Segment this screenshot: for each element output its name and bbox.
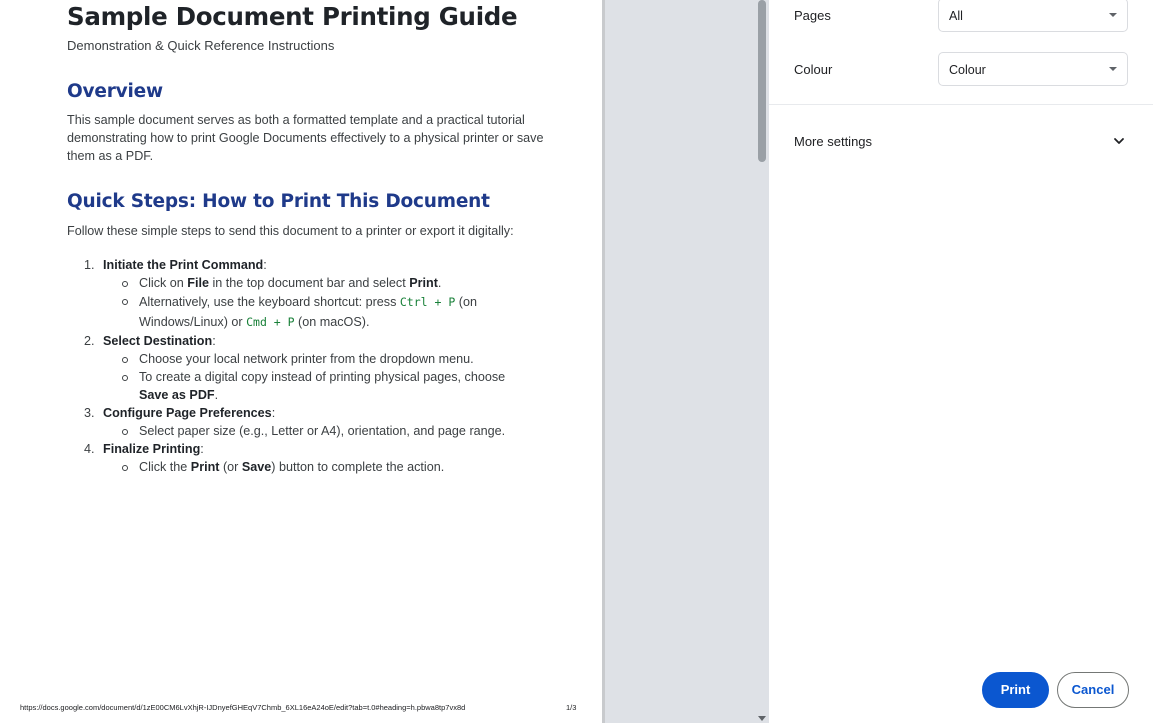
footer-url: https://docs.google.com/document/d/1zE00…	[20, 703, 466, 712]
step-item: 2. Select Destination: Choose your local …	[67, 332, 537, 404]
pages-select-value: All	[949, 9, 963, 23]
quick-steps-intro: Follow these simple steps to send this d…	[67, 224, 514, 238]
caret-down-icon	[1109, 67, 1117, 71]
page-shadow	[602, 0, 605, 723]
settings-divider	[769, 104, 1153, 105]
step-item: 3. Configure Page Preferences: Select pap…	[67, 404, 537, 440]
chevron-down-icon	[1114, 138, 1124, 144]
cancel-button[interactable]: Cancel	[1057, 672, 1129, 708]
overview-paragraph: This sample document serves as both a fo…	[67, 113, 544, 163]
more-settings-label: More settings	[794, 134, 873, 149]
print-button[interactable]: Print	[982, 672, 1049, 708]
sub-item: Select paper size (e.g., Letter or A4), …	[103, 422, 537, 440]
pages-label: Pages	[794, 8, 831, 23]
colour-select-value: Colour	[949, 63, 986, 77]
document-title: Sample Document Printing Guide	[67, 2, 518, 31]
overview-heading: Overview	[67, 81, 163, 102]
caret-down-icon	[1109, 13, 1117, 17]
sub-item: Alternatively, use the keyboard shortcut…	[103, 292, 537, 332]
colour-label: Colour	[794, 62, 833, 77]
quick-steps-heading: Quick Steps: How to Print This Document	[67, 191, 490, 212]
preview-scrollbar[interactable]	[756, 0, 768, 723]
pages-select[interactable]: All	[938, 0, 1128, 32]
shortcut-code: Ctrl + P	[399, 295, 456, 309]
shortcut-code: Cmd + P	[246, 315, 295, 329]
print-settings-panel: Pages All Colour Colour More settings Pr…	[769, 0, 1153, 723]
footer-page-number: 1/3	[566, 703, 577, 712]
sub-item: To create a digital copy instead of prin…	[103, 368, 537, 404]
sub-item: Click on File in the top document bar an…	[103, 274, 537, 292]
steps-list: 1. Initiate the Print Command: Click on F…	[67, 256, 537, 476]
more-settings-toggle[interactable]: More settings	[769, 122, 1153, 162]
scroll-down-arrow-icon[interactable]	[758, 716, 766, 721]
step-item: 4. Finalize Printing: Click the Print (or…	[67, 440, 537, 476]
print-preview-page: Sample Document Printing Guide Demonstra…	[0, 0, 602, 723]
colour-select[interactable]: Colour	[938, 52, 1128, 86]
document-subtitle: Demonstration & Quick Reference Instruct…	[67, 38, 335, 53]
sub-item: Click the Print (or Save) button to comp…	[103, 458, 537, 476]
sub-item: Choose your local network printer from t…	[103, 350, 537, 368]
step-item: 1. Initiate the Print Command: Click on F…	[67, 256, 537, 332]
scrollbar-thumb[interactable]	[758, 0, 766, 162]
